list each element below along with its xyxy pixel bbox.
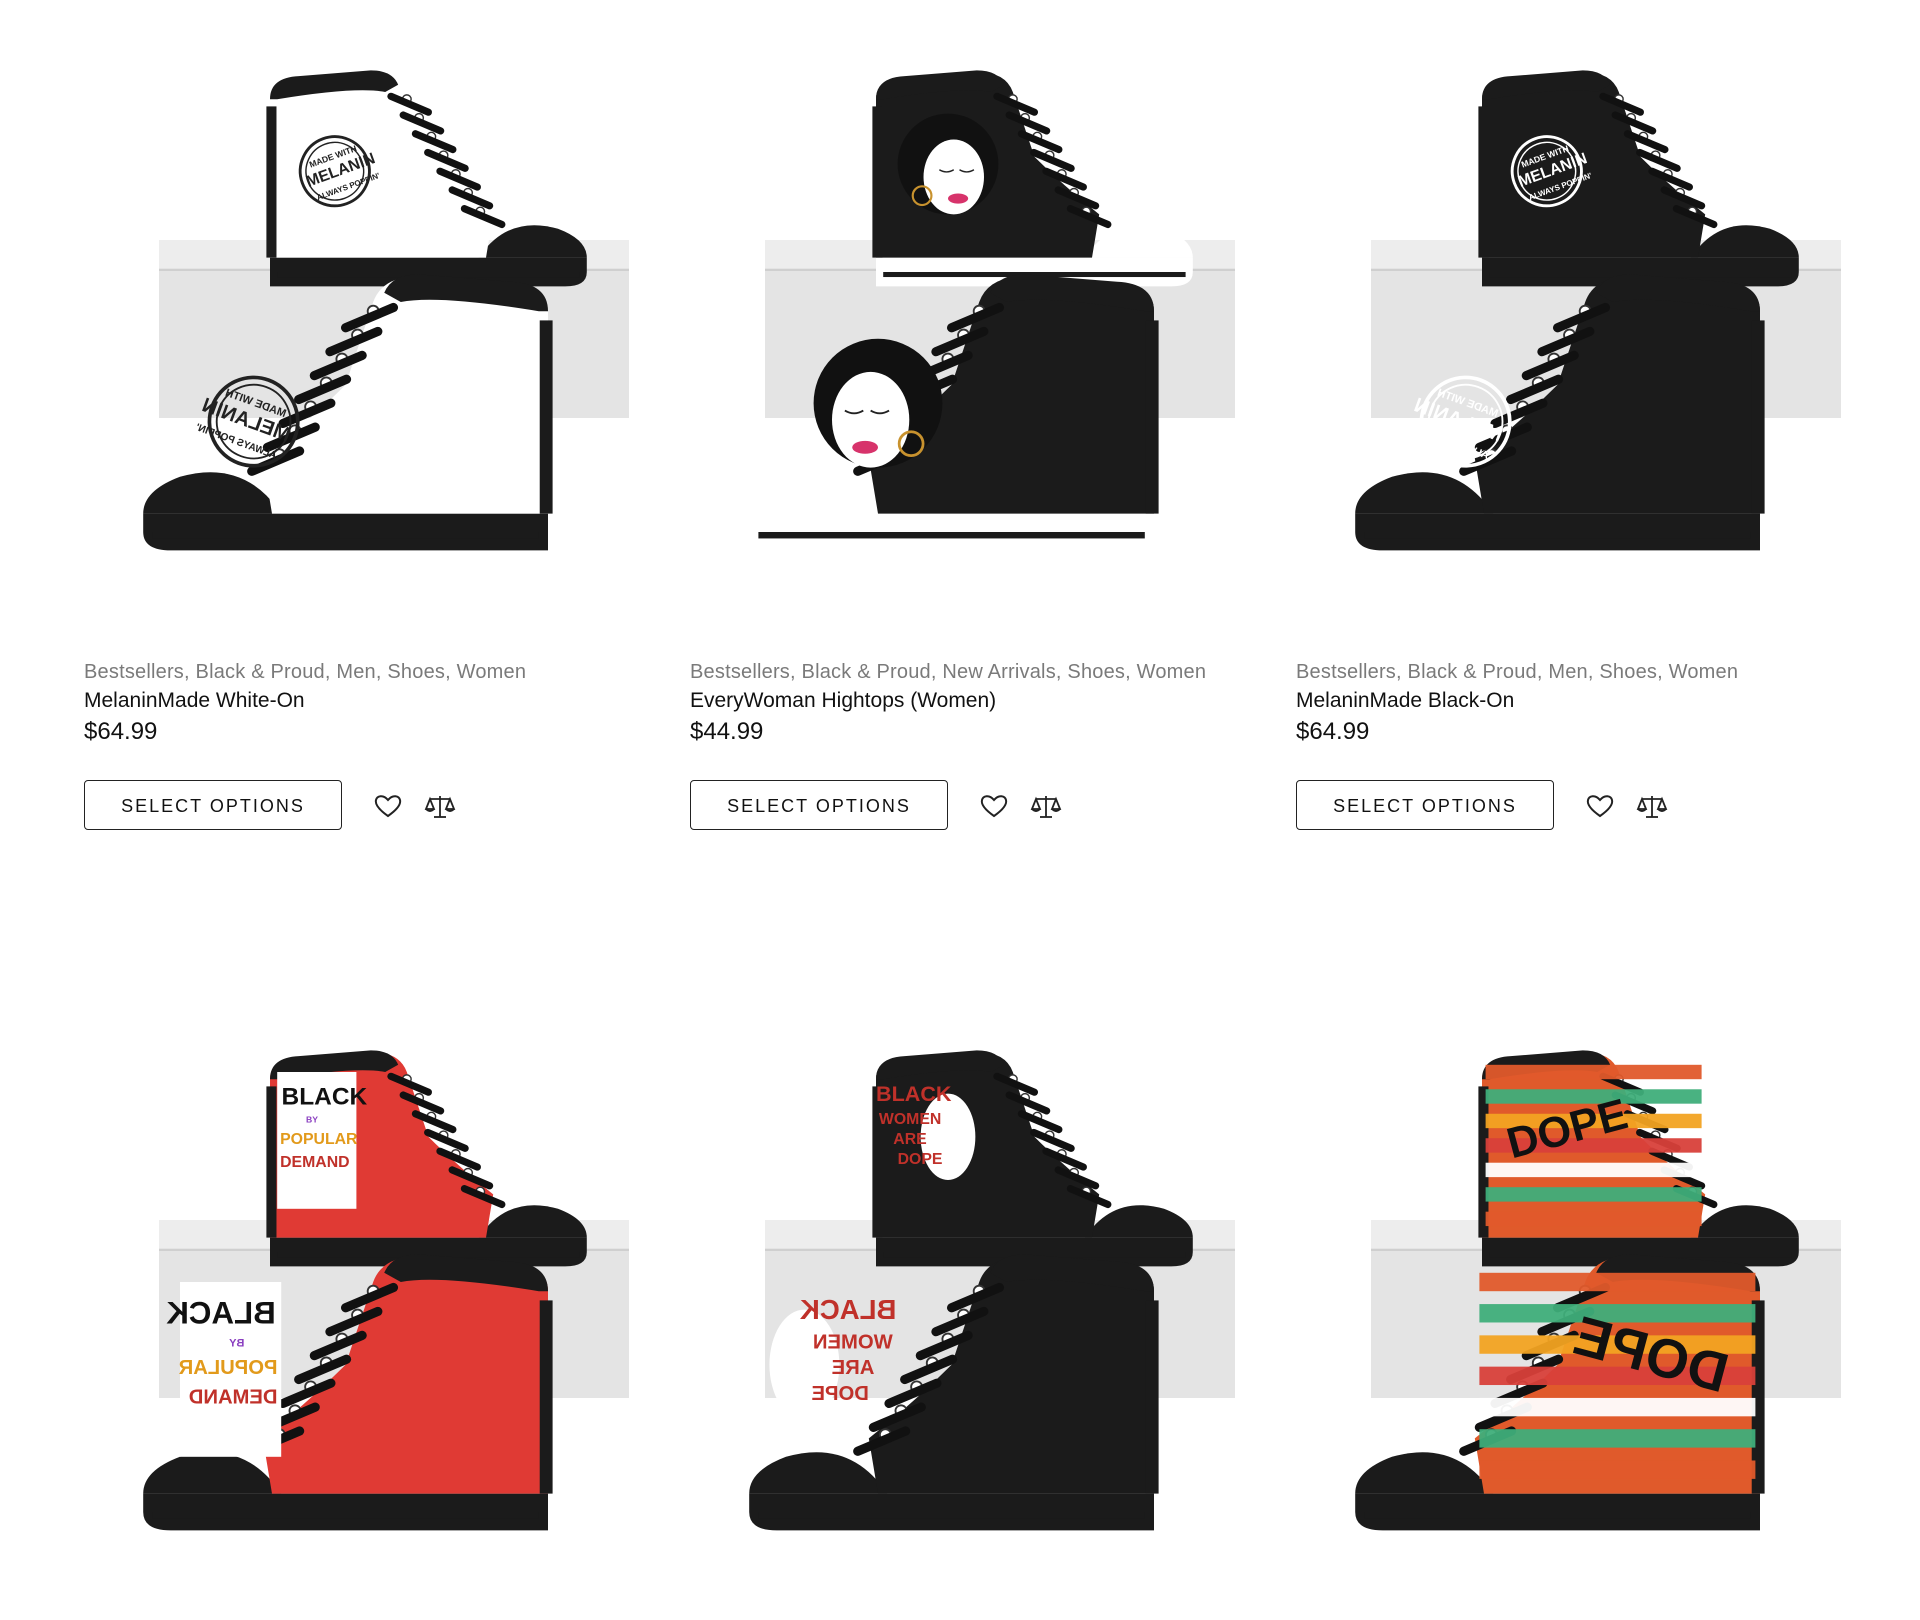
shoe: DOPE xyxy=(1478,1050,1799,1267)
toe-cap xyxy=(1084,1205,1193,1238)
heart-icon[interactable] xyxy=(978,790,1010,822)
toe-cap xyxy=(1355,1452,1494,1494)
print-text: BY xyxy=(228,1337,244,1349)
heel-strip xyxy=(872,1086,883,1238)
print-stripe xyxy=(1485,1211,1702,1227)
product-categories[interactable]: Bestsellers, Black & Proud, New Arrivals… xyxy=(690,659,1250,685)
shoe: BLACK BY POPULAR DEMAND xyxy=(266,1050,587,1267)
product-price: $64.99 xyxy=(1296,718,1370,745)
print-text: POPULAR xyxy=(280,1131,358,1148)
print-text: DEMAND xyxy=(189,1386,278,1408)
product-categories[interactable]: Bestsellers, Black & Proud, Men, Shoes, … xyxy=(84,659,644,685)
print-text: DOPE xyxy=(898,1151,943,1168)
product-image[interactable]: DOPE DOPE xyxy=(1296,980,1856,1620)
heart-icon[interactable] xyxy=(372,790,404,822)
lips xyxy=(948,193,969,204)
scale-icon[interactable] xyxy=(1636,790,1668,822)
shoe-illustration: DOPEDOPE xyxy=(1355,1050,1841,1531)
shoe: BLACK WOMEN ARE DOPE xyxy=(872,1050,1193,1267)
heel-strip xyxy=(1478,106,1489,258)
select-options-button[interactable]: SELECT OPTIONS xyxy=(690,780,948,830)
toe-cap xyxy=(143,1452,282,1494)
print-text: DOPE xyxy=(811,1383,868,1405)
shoe: MADE WITHMELANINALWAYS POPPIN' xyxy=(1478,70,1799,287)
print-text: DEMAND xyxy=(280,1154,349,1171)
shoe-illustration: MADE WITHMELANINALWAYS POPPIN'MADE WITHM… xyxy=(1355,70,1841,551)
afro-woman-print xyxy=(813,338,943,468)
shoe xyxy=(872,70,1193,287)
toe-cap xyxy=(478,225,587,258)
heel-strip xyxy=(539,1300,553,1494)
sole-stripe xyxy=(1364,1512,1751,1519)
sole-stripe xyxy=(152,532,539,539)
product-image[interactable]: BLACK BY POPULAR DEMAND BLACK BY POPULAR DEMAND xyxy=(84,980,644,1620)
print-stripe xyxy=(1485,1064,1702,1080)
toe-cap xyxy=(1690,1205,1799,1238)
print-text: ARE xyxy=(893,1131,926,1148)
product-title[interactable]: EveryWoman Hightops (Women) xyxy=(690,687,1250,715)
afro-woman-print xyxy=(897,113,999,215)
print-text: BLACK xyxy=(166,1295,276,1330)
print-text: BLACK xyxy=(876,1081,952,1106)
product-price: $44.99 xyxy=(690,718,764,745)
scale-icon[interactable] xyxy=(424,790,456,822)
select-options-button[interactable]: SELECT OPTIONS xyxy=(1296,780,1554,830)
print-text: ARE xyxy=(832,1357,875,1379)
sole-stripe xyxy=(152,1512,539,1519)
shoe-illustration xyxy=(749,70,1235,551)
heart-icon[interactable] xyxy=(1584,790,1616,822)
print-text: BLACK xyxy=(800,1294,897,1325)
shoe-illustration: BLACK WOMEN ARE DOPE BLACK WOMEN ARE DOPE xyxy=(749,1050,1235,1531)
sole-stripe xyxy=(758,532,1145,539)
toe-cap xyxy=(1355,472,1494,514)
print-text: BY xyxy=(306,1114,318,1124)
product-title[interactable]: MelaninMade White-On xyxy=(84,687,644,715)
heel-strip xyxy=(1145,320,1159,514)
scale-icon[interactable] xyxy=(1030,790,1062,822)
print-text: POPULAR xyxy=(178,1357,277,1379)
product-title[interactable]: MelaninMade Black-On xyxy=(1296,687,1856,715)
print-stripe xyxy=(1479,1272,1756,1292)
product-image[interactable]: BLACK WOMEN ARE DOPE BLACK WOMEN ARE DOPE xyxy=(690,980,1250,1620)
print-text: WOMEN xyxy=(879,1111,941,1128)
face xyxy=(832,371,910,468)
product-price: $64.99 xyxy=(84,718,158,745)
toe-cap xyxy=(749,472,888,514)
shoe: MADE WITHMELANINALWAYS POPPIN' xyxy=(266,70,587,287)
print-stripe xyxy=(1479,1429,1756,1448)
heel-strip xyxy=(266,1086,277,1238)
heel-strip xyxy=(539,320,553,514)
heel-strip xyxy=(1145,1300,1159,1494)
toe-cap xyxy=(143,472,282,514)
product-image[interactable] xyxy=(690,0,1250,640)
toe-cap xyxy=(1690,225,1799,258)
shoe-illustration: MADE WITHMELANINALWAYS POPPIN'MADE WITHM… xyxy=(143,70,629,551)
product-grid: MADE WITH MELANIN ALWAYS POPPIN' MADE WITH M… xyxy=(0,0,1920,1531)
toe-cap xyxy=(749,1452,888,1494)
sole-stripe xyxy=(1364,532,1751,539)
heel-strip xyxy=(872,106,883,258)
product-image[interactable]: MADE WITH MELANIN ALWAYS POPPIN' MADE WITH M… xyxy=(84,0,644,640)
face xyxy=(923,139,984,215)
print-text: BLACK xyxy=(282,1083,368,1110)
sole-stripe xyxy=(758,1512,1145,1519)
lips xyxy=(852,440,878,454)
toe-cap xyxy=(1084,225,1193,258)
product-categories[interactable]: Bestsellers, Black & Proud, Men, Shoes, … xyxy=(1296,659,1856,685)
heel-strip xyxy=(1751,320,1765,514)
print-stripe xyxy=(1479,1460,1756,1479)
shoe-illustration: BLACK BY POPULAR DEMAND BLACK BY POPULAR DEMAND xyxy=(143,1050,629,1531)
select-options-button[interactable]: SELECT OPTIONS xyxy=(84,780,342,830)
print-stripe xyxy=(1485,1187,1702,1202)
product-image[interactable]: MADE WITH MELANIN ALWAYS POPPIN' MADE WITH M… xyxy=(1296,0,1856,640)
print-text: WOMEN xyxy=(813,1331,893,1353)
heel-strip xyxy=(266,106,277,258)
toe-cap xyxy=(478,1205,587,1238)
